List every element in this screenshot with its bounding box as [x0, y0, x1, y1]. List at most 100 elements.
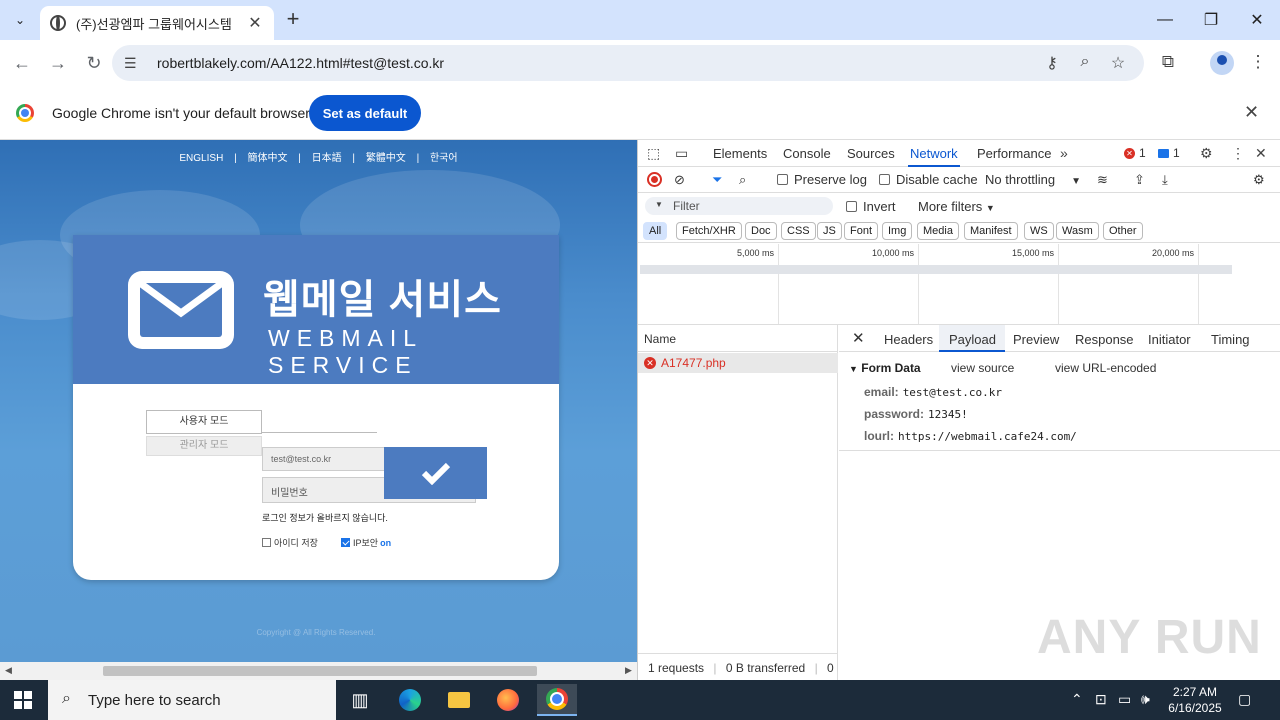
ip-security-checkbox[interactable]: IP보안 on	[341, 536, 391, 549]
filter-img[interactable]: Img	[882, 222, 913, 240]
infobar-close-icon[interactable]: ✕	[1244, 102, 1259, 123]
filter-doc[interactable]: Doc	[745, 222, 777, 240]
filter-fetch-xhr[interactable]: Fetch/XHR	[676, 222, 742, 240]
lang-english-link[interactable]: ENGLISH	[179, 153, 223, 164]
menu-kebab-icon[interactable]: ⋮	[1247, 52, 1269, 74]
scroll-left-icon[interactable]: ◀	[5, 665, 12, 676]
lang-korean-link[interactable]: 한국어	[430, 153, 458, 164]
task-view-icon[interactable]: ▥	[340, 684, 380, 716]
save-id-checkbox[interactable]: 아이디 저장	[262, 536, 318, 549]
tab-response[interactable]: Response	[1075, 332, 1134, 347]
tab-headers[interactable]: Headers	[884, 332, 933, 347]
tab-network[interactable]: Network	[908, 146, 960, 167]
user-mode-tab[interactable]: 사용자 모드	[146, 410, 262, 434]
profile-avatar[interactable]	[1210, 51, 1234, 75]
filter-funnel-icon[interactable]: ⏷	[712, 172, 722, 188]
forward-button[interactable]: →	[46, 51, 70, 75]
more-tabs-icon[interactable]: »	[1060, 145, 1068, 161]
lang-japanese-link[interactable]: 日本語	[312, 153, 342, 164]
tab-timing[interactable]: Timing	[1211, 332, 1250, 347]
address-bar[interactable]: ☰ robertblakely.com/AA122.html#test@test…	[112, 45, 1144, 81]
zoom-icon[interactable]: ⌕	[1075, 53, 1095, 73]
filter-wasm[interactable]: Wasm	[1056, 222, 1099, 240]
scroll-right-icon[interactable]: ▶	[625, 665, 632, 676]
tab-close-icon[interactable]: ✕	[246, 13, 264, 33]
form-data-section[interactable]: ▼ Form Data	[849, 361, 921, 375]
filter-ws[interactable]: WS	[1024, 222, 1054, 240]
lang-traditional-chinese-link[interactable]: 繁體中文	[366, 153, 406, 164]
tab-sources[interactable]: Sources	[847, 146, 895, 161]
site-info-icon[interactable]: ☰	[124, 55, 140, 71]
network-timeline[interactable]: 5,000 ms 10,000 ms 15,000 ms 20,000 ms	[638, 244, 1280, 325]
disable-cache-checkbox[interactable]: Disable cache	[879, 172, 978, 187]
minimize-button[interactable]: —	[1142, 0, 1188, 40]
close-window-button[interactable]: ✕	[1234, 0, 1280, 40]
back-button[interactable]: ←	[10, 51, 34, 75]
filter-media[interactable]: Media	[917, 222, 959, 240]
network-icon[interactable]: ▭	[1118, 691, 1131, 708]
email-field[interactable]: test@test.co.kr	[262, 447, 386, 471]
tab-payload[interactable]: Payload	[949, 332, 996, 347]
windows-start-icon[interactable]	[14, 691, 32, 709]
show-hidden-icons-icon[interactable]: ⌃	[1071, 691, 1083, 708]
admin-mode-tab[interactable]: 관리자 모드	[146, 436, 262, 456]
browser-tab[interactable]: (주)선광엠파 그룹웨어시스템 ✕	[40, 6, 274, 40]
login-submit-button[interactable]	[384, 447, 487, 499]
reload-button[interactable]: ↻	[82, 51, 106, 75]
network-conditions-icon[interactable]: ≋	[1097, 172, 1108, 188]
filter-js[interactable]: JS	[817, 222, 842, 240]
horizontal-scrollbar[interactable]: ◀ ▶	[0, 662, 637, 680]
device-toolbar-icon[interactable]: ▭	[675, 145, 688, 162]
taskbar-search-box[interactable]: ⌕ Type here to search	[48, 680, 336, 720]
device-icon[interactable]: ⊡	[1095, 691, 1107, 708]
settings-gear-icon[interactable]: ⚙	[1200, 145, 1213, 162]
view-source-link[interactable]: view source	[951, 361, 1014, 375]
tab-search-icon[interactable]: ⌄	[8, 8, 32, 32]
filter-all[interactable]: All	[643, 222, 668, 240]
devtools-menu-icon[interactable]: ⋮	[1231, 145, 1245, 162]
volume-icon[interactable]: 🕪	[1141, 691, 1150, 708]
filter-manifest[interactable]: Manifest	[964, 222, 1018, 240]
system-clock[interactable]: 2:27 AM 6/16/2025	[1160, 684, 1230, 716]
tab-console[interactable]: Console	[783, 146, 831, 161]
request-row[interactable]: ✕ A17477.php	[638, 353, 838, 373]
taskbar-firefox-button[interactable]	[488, 684, 528, 716]
import-har-icon[interactable]: ⇪	[1134, 172, 1145, 188]
restore-button[interactable]: ❐	[1188, 0, 1234, 40]
new-tab-button[interactable]: +	[282, 8, 304, 32]
preserve-log-checkbox[interactable]: Preserve log	[777, 172, 867, 187]
error-count-badge[interactable]: ✕ 1	[1124, 146, 1146, 160]
export-har-icon[interactable]: ⤓	[1162, 172, 1168, 188]
scrollbar-thumb[interactable]	[103, 666, 537, 676]
taskbar-chrome-button[interactable]	[537, 684, 577, 716]
network-settings-icon[interactable]: ⚙	[1253, 172, 1265, 188]
notifications-icon[interactable]: ▢	[1238, 691, 1251, 708]
inspect-element-icon[interactable]: ⬚	[647, 145, 660, 162]
lang-simplified-chinese-link[interactable]: 簡体中文	[247, 153, 287, 164]
taskbar-edge-button[interactable]	[390, 684, 430, 716]
extensions-icon[interactable]: ⧉	[1157, 52, 1179, 74]
tab-elements[interactable]: Elements	[713, 146, 767, 161]
more-filters-dropdown[interactable]: More filters ▼	[918, 199, 995, 214]
message-count-badge[interactable]: 1	[1158, 146, 1180, 160]
view-url-encoded-link[interactable]: view URL-encoded	[1055, 361, 1156, 375]
filter-font[interactable]: Font	[844, 222, 879, 240]
tab-initiator[interactable]: Initiator	[1148, 332, 1191, 347]
tab-preview[interactable]: Preview	[1013, 332, 1059, 347]
taskbar-explorer-button[interactable]	[439, 684, 479, 716]
search-icon[interactable]: ⌕	[739, 172, 746, 188]
clear-icon[interactable]: ⊘	[674, 172, 685, 188]
devtools-close-icon[interactable]: ✕	[1255, 145, 1267, 162]
name-column-header[interactable]: Name	[638, 325, 838, 352]
throttling-select[interactable]: No throttling ▼	[985, 172, 1081, 187]
password-key-icon[interactable]: ⚷	[1042, 53, 1062, 73]
bookmark-star-icon[interactable]: ☆	[1108, 53, 1128, 73]
close-detail-icon[interactable]: ✕	[852, 329, 865, 347]
filter-input[interactable]: Filter	[645, 197, 833, 215]
set-as-default-button[interactable]: Set as default	[309, 95, 421, 131]
filter-css[interactable]: CSS	[781, 222, 816, 240]
filter-other[interactable]: Other	[1103, 222, 1143, 240]
record-icon[interactable]	[647, 172, 662, 187]
tab-performance[interactable]: Performance	[977, 146, 1051, 161]
invert-checkbox[interactable]: Invert	[846, 199, 896, 214]
